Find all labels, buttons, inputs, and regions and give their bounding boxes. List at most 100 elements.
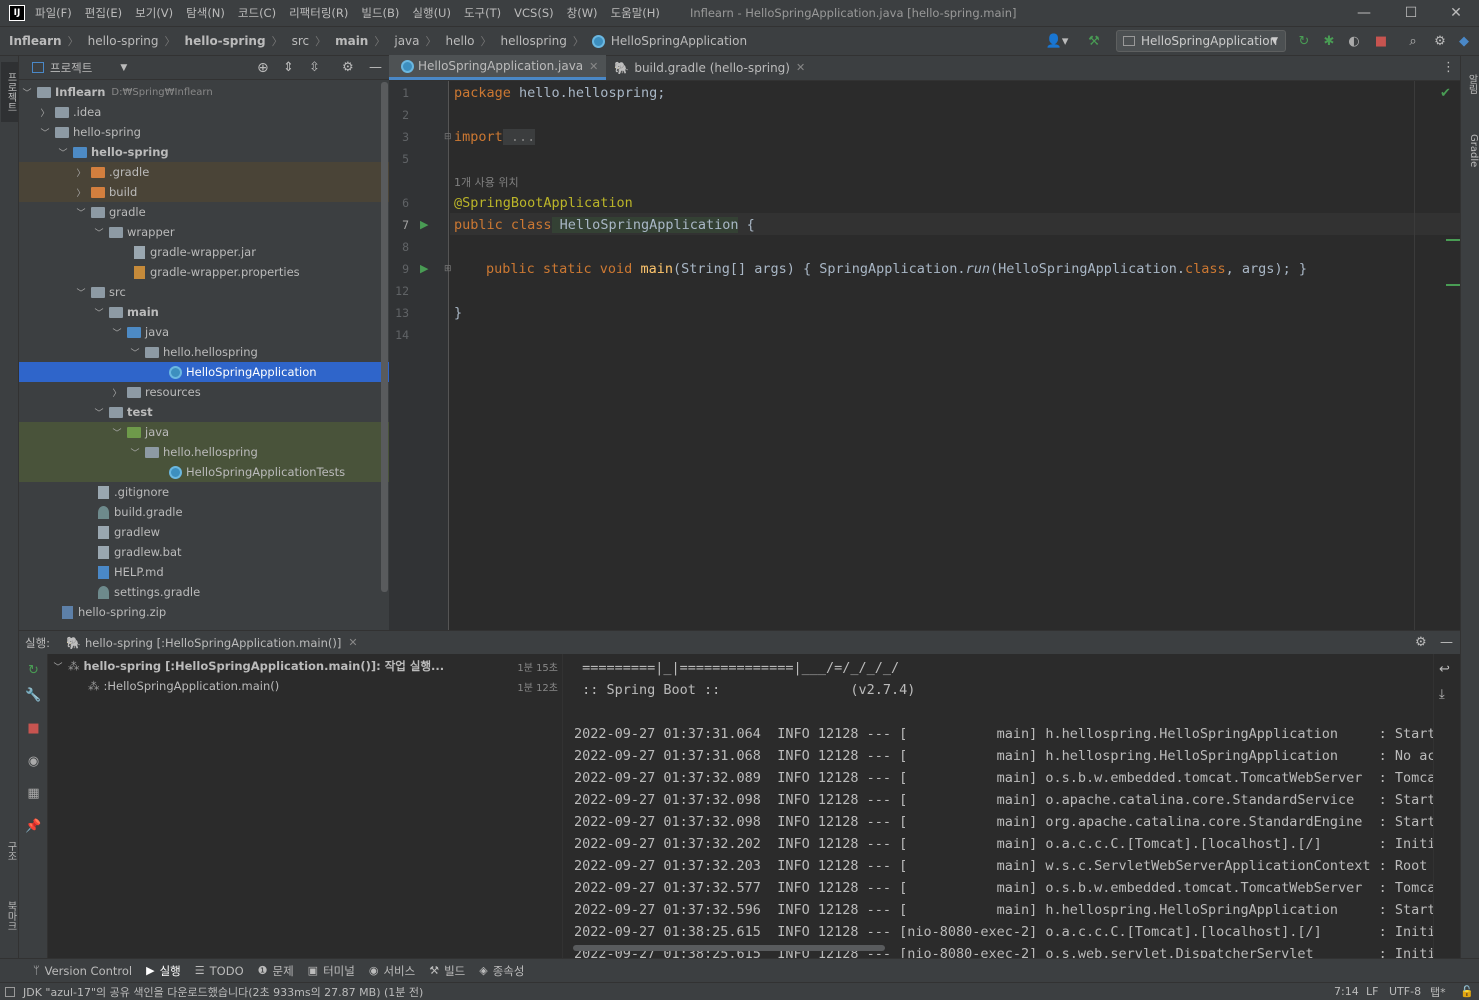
tree-item[interactable]: hello-spring.zip (19, 602, 389, 622)
tree-item[interactable]: ﹀ src (19, 282, 389, 302)
tab-run[interactable]: ▶ 실행 (146, 963, 181, 979)
structure-tool-window-button[interactable]: 구조 (1, 836, 18, 866)
user-icon[interactable]: 👤▾ (1042, 32, 1072, 50)
usage-hint[interactable]: 1개 사용 위치 (454, 174, 519, 190)
console-output[interactable]: =========|_|==============|___/=/_/_/_/ … (563, 654, 1433, 958)
tree-item[interactable]: gradle-wrapper.jar (19, 242, 389, 262)
run-tree-item[interactable]: ⁂ :HelloSpringApplication.main() 1분 12초 (88, 676, 563, 696)
tree-item[interactable]: ﹀ java (19, 422, 389, 442)
folded-region[interactable]: ... (502, 129, 536, 145)
tree-item[interactable]: ﹀ wrapper (19, 222, 389, 242)
breadcrumb-item[interactable]: src (283, 34, 310, 48)
breadcrumb-item[interactable]: hello-spring (176, 34, 266, 48)
run-gutter-icon[interactable]: ▶ (420, 262, 428, 275)
panel-toggle-icon[interactable] (5, 986, 15, 997)
breadcrumb-item[interactable]: hello-spring (79, 34, 159, 48)
minimize-icon[interactable]: — (1341, 0, 1387, 26)
search-icon[interactable]: ⌕ (1404, 32, 1422, 50)
code-line-1[interactable]: package hello.hellospring; (454, 85, 665, 101)
close-icon[interactable]: ✕ (796, 61, 805, 74)
tree-item[interactable]: ﹀ hello-spring (19, 142, 389, 162)
eye-icon[interactable]: ◉ (25, 753, 42, 770)
menu-help[interactable]: 도움말(H) (611, 5, 660, 21)
gear-icon[interactable]: ⚙ (342, 60, 354, 75)
soft-wrap-icon[interactable]: ↩ (1439, 662, 1450, 677)
coverage-icon[interactable]: ◐ (1345, 32, 1363, 50)
code-line-7[interactable]: public class HelloSpringApplication { (454, 217, 755, 233)
bookmarks-tool-window-button[interactable]: 북마크 (1, 896, 18, 936)
editor-tab-active[interactable]: HelloSpringApplication.java ✕ (389, 55, 607, 80)
hide-icon[interactable]: — (1440, 635, 1453, 650)
tree-item[interactable]: 〉 build (19, 182, 389, 202)
chevron-down-icon[interactable]: ▼ (120, 63, 127, 73)
menu-vcs[interactable]: VCS(S) (514, 6, 553, 20)
pin-icon[interactable]: 📌 (25, 818, 42, 835)
tab-version-control[interactable]: ᛘ Version Control (33, 964, 132, 978)
rerun-icon[interactable]: ↻ (25, 662, 42, 679)
menu-view[interactable]: 보기(V) (135, 5, 173, 21)
tree-item[interactable]: .gitignore (19, 482, 389, 502)
run-configuration-select[interactable]: HelloSpringApplication ▼ (1116, 30, 1286, 52)
tab-todo[interactable]: ☰ TODO (195, 964, 244, 978)
tree-item[interactable]: 〉 .idea (19, 102, 389, 122)
code-line-13[interactable]: } (454, 305, 462, 321)
status-message[interactable]: JDK "azul-17"의 공유 색인을 다운로드했습니다(2초 933ms의… (23, 984, 423, 1000)
tree-item[interactable]: ﹀ java (19, 322, 389, 342)
locate-icon[interactable]: ⊕ (257, 60, 269, 76)
tree-item[interactable]: 〉 resources (19, 382, 389, 402)
gradle-tool-window-button[interactable]: Gradle (1462, 126, 1479, 176)
close-icon[interactable]: ✕ (589, 60, 598, 73)
collapse-all-icon[interactable]: ⇳ (309, 60, 320, 75)
indent-setting[interactable]: 탭* (1430, 984, 1446, 1000)
tab-terminal[interactable]: ▣ 터미널 (308, 963, 355, 979)
project-header-label[interactable]: 프로젝트 (50, 60, 92, 76)
tree-item-selected[interactable]: HelloSpringApplication (19, 362, 389, 382)
plugin-icon[interactable]: ◆ (1455, 32, 1473, 50)
check-icon[interactable]: ✔ (1440, 86, 1451, 101)
tree-item[interactable]: gradlew.bat (19, 542, 389, 562)
tab-dependencies[interactable]: ◈ 종속성 (479, 963, 524, 979)
breadcrumb-item[interactable]: hello (437, 34, 475, 48)
breadcrumb-item[interactable]: HelloSpringApplication (609, 34, 747, 48)
tree-item[interactable]: ﹀ main (19, 302, 389, 322)
lock-icon[interactable]: 🔓 (1460, 985, 1474, 998)
tree-item[interactable]: ﹀ Inflearn D:₩Spring₩Inflearn (19, 82, 389, 102)
menu-window[interactable]: 창(W) (567, 5, 598, 21)
menu-build[interactable]: 빌드(B) (361, 5, 399, 21)
menu-code[interactable]: 코드(C) (238, 5, 276, 21)
more-tabs-icon[interactable]: ⋮ (1442, 60, 1455, 75)
tree-item[interactable]: ﹀ hello-spring (19, 122, 389, 142)
stop-icon[interactable]: ■ (25, 720, 42, 737)
code-line-3[interactable]: import ... (454, 129, 536, 145)
gear-icon[interactable]: ⚙ (1415, 635, 1427, 650)
run-tree-item[interactable]: ﹀ ⁂ hello-spring [:HelloSpringApplicatio… (52, 656, 563, 676)
tree-item[interactable]: ﹀ test (19, 402, 389, 422)
code-line-6[interactable]: @SpringBootApplication (454, 195, 633, 211)
file-encoding[interactable]: UTF-8 (1389, 985, 1421, 998)
tab-services[interactable]: ◉ 서비스 (369, 963, 415, 979)
tree-item[interactable]: settings.gradle (19, 582, 389, 602)
tree-item[interactable]: build.gradle (19, 502, 389, 522)
caret-position[interactable]: 7:14 (1334, 985, 1359, 998)
tab-build[interactable]: ⚒ 빌드 (429, 963, 465, 979)
menu-file[interactable]: 파일(F) (35, 5, 72, 21)
hammer-build-icon[interactable]: ⚒ (1085, 32, 1103, 50)
scroll-to-end-icon[interactable]: ⤓ (1439, 687, 1445, 702)
rerun-icon[interactable]: ↻ (1295, 32, 1313, 50)
project-tool-window-button[interactable]: 프로젝트 (1, 62, 18, 122)
close-icon[interactable]: ✕ (1433, 0, 1479, 26)
menu-edit[interactable]: 편집(E) (85, 5, 122, 21)
horizontal-scrollbar[interactable] (573, 945, 885, 951)
gear-icon[interactable]: ⚙ (1431, 32, 1449, 50)
tab-problems[interactable]: ❶ 문제 (258, 963, 294, 979)
breadcrumb-item[interactable]: hellospring (492, 34, 567, 48)
maximize-icon[interactable]: ☐ (1388, 0, 1434, 26)
close-icon[interactable]: ✕ (348, 636, 357, 649)
menu-navigate[interactable]: 탐색(N) (186, 5, 225, 21)
tree-item[interactable]: ﹀ hello.hellospring (19, 442, 389, 462)
run-gutter-icon[interactable]: ▶ (420, 218, 428, 231)
tree-item[interactable]: gradlew (19, 522, 389, 542)
expand-all-icon[interactable]: ⇕ (283, 60, 294, 75)
notifications-tool-window-button[interactable]: 알림 (1462, 64, 1479, 104)
tree-item[interactable]: 〉 .gradle (19, 162, 389, 182)
